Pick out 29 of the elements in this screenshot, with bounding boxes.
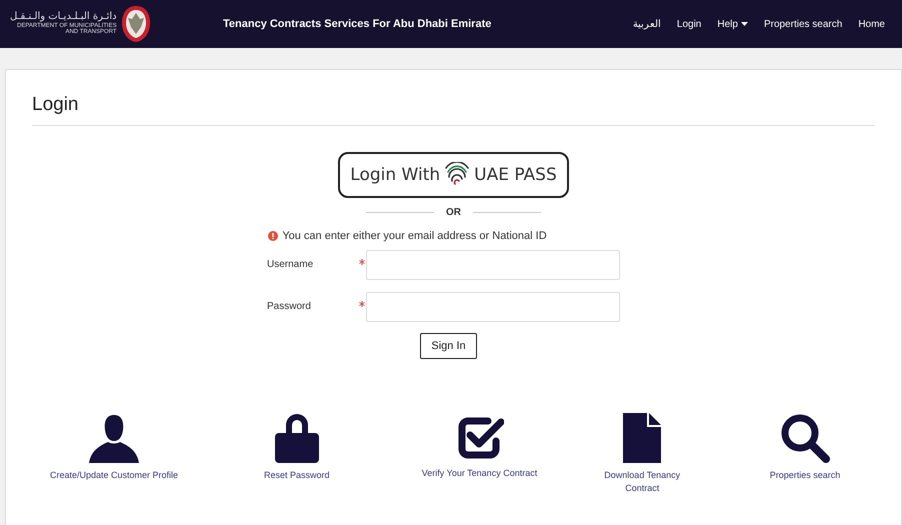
field-label: Password [267, 300, 312, 312]
page-heading: Login [32, 94, 875, 126]
input-field[interactable] [366, 250, 620, 280]
nav-link[interactable]: Properties search [764, 18, 842, 30]
shortcut-link[interactable]: Properties search [770, 469, 840, 482]
logo-arabic-text: دائـرة البـلـديـات والـنـقـل [10, 12, 117, 22]
sign-in-button[interactable]: Sign In [420, 333, 477, 359]
emblem-icon [120, 5, 151, 43]
help-dropdown[interactable]: Help [717, 18, 748, 30]
shortcut-link[interactable]: Download Tenancy Contract [592, 469, 692, 494]
info-message: You can enter either your email address or National ID [282, 230, 547, 242]
or-separator-text: OR [446, 207, 461, 218]
fingerprint-icon [444, 162, 470, 188]
info-icon [268, 231, 278, 241]
lock-icon[interactable] [274, 413, 319, 463]
caret-icon [740, 22, 748, 26]
shortcut-link[interactable]: Verify Your Tenancy Contract [422, 467, 538, 480]
site-title: Tenancy Contracts Services For Abu Dhabi Emirate [223, 18, 492, 30]
input-field[interactable] [366, 292, 620, 322]
field-label: Username [267, 258, 314, 270]
uae-pass-button[interactable]: Login With UAE PASS [338, 152, 569, 198]
file-icon[interactable] [623, 413, 662, 463]
nav-link[interactable]: Login [676, 18, 702, 30]
user-icon[interactable] [89, 413, 139, 463]
nav-link[interactable]: العربية [632, 18, 661, 30]
nav-link[interactable]: Home [858, 18, 885, 30]
shortcut-link[interactable]: Reset Password [264, 469, 330, 482]
shortcut-link[interactable]: Create/Update Customer Profile [50, 469, 178, 482]
search-icon[interactable] [780, 413, 830, 463]
